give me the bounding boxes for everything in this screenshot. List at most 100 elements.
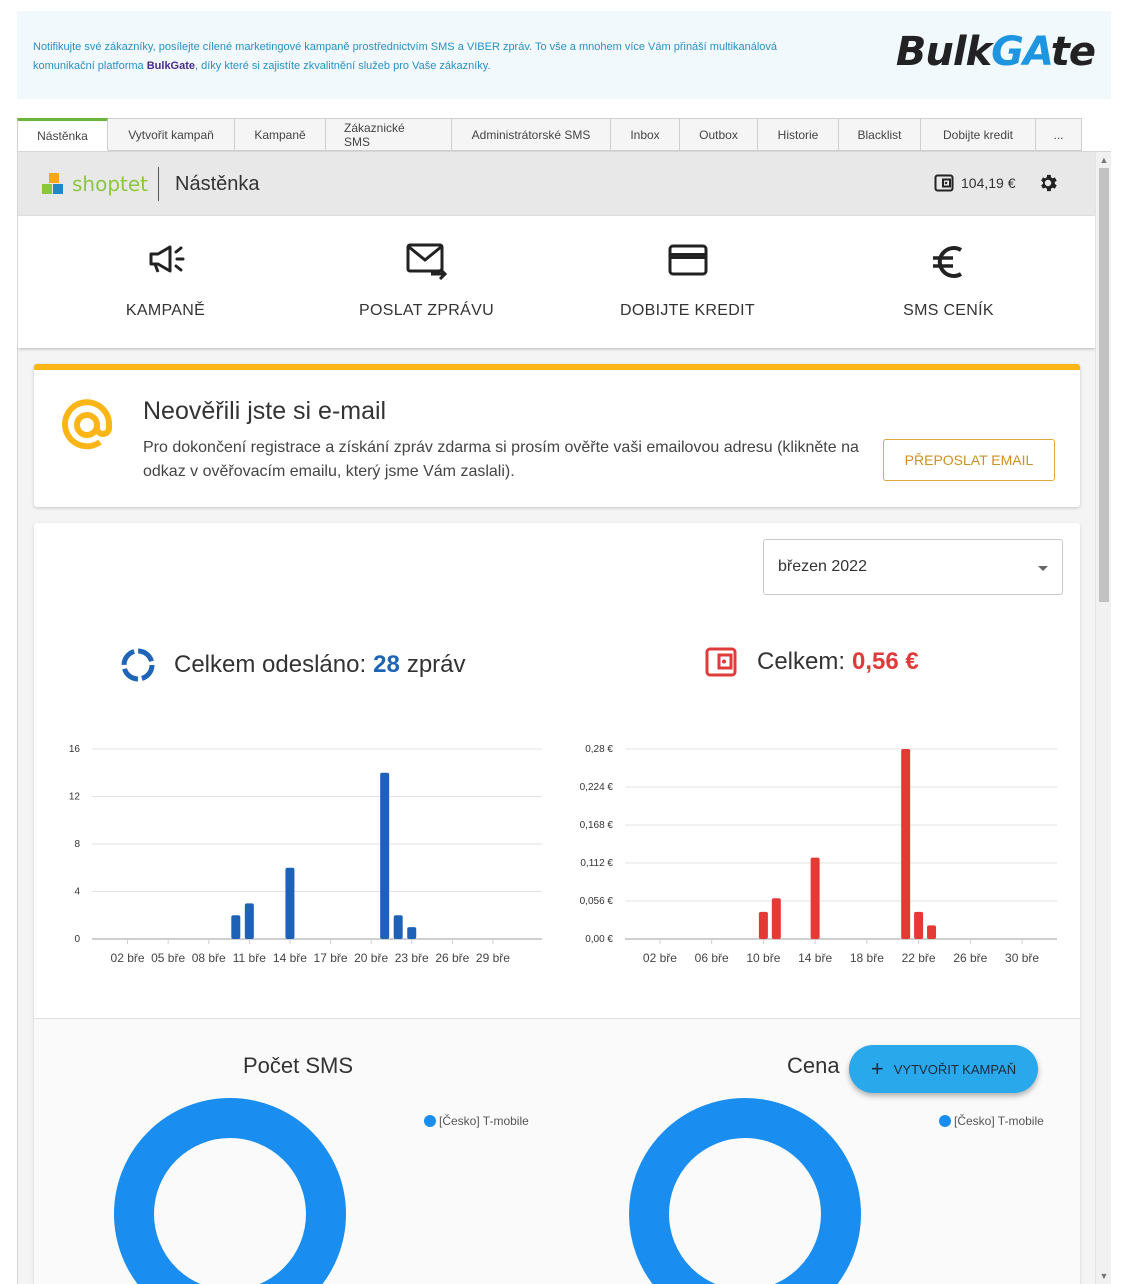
legend-label: [Česko] T-mobile xyxy=(954,1114,1044,1128)
credit-value: 104,19 € xyxy=(961,175,1016,191)
pie-cost-legend[interactable]: [Česko] T-mobile xyxy=(939,1114,1044,1128)
x-tick-label: 30 bře xyxy=(1005,951,1039,965)
bulkgate-logo[interactable]: BulkGAte xyxy=(896,29,1096,75)
chart-bar[interactable] xyxy=(771,898,781,939)
x-tick-label: 23 bře xyxy=(395,951,429,965)
chart-bar[interactable] xyxy=(927,925,937,939)
wallet-icon xyxy=(705,647,737,677)
tab-vytvorit-kampan[interactable]: Vytvořit kampaň xyxy=(108,118,235,151)
resend-email-button[interactable]: PŘEPOSLAT EMAIL xyxy=(883,439,1055,481)
shoptet-logo: shoptet xyxy=(42,172,148,196)
email-notice-title: Neověřili jste si e-mail xyxy=(143,397,387,425)
total-sent-unit: zpráv xyxy=(406,651,466,678)
chart-bar[interactable] xyxy=(380,772,390,939)
x-tick-label: 02 bře xyxy=(111,951,145,965)
chart-bar[interactable] xyxy=(231,915,241,939)
statistics-card: březen 2022 Celkem odesláno: 28 zpráv Ce… xyxy=(34,523,1080,1284)
chart-bar[interactable] xyxy=(810,857,820,939)
y-tick-label: 4 xyxy=(74,887,80,898)
megaphone-icon xyxy=(149,245,184,273)
x-tick-label: 20 bře xyxy=(354,951,388,965)
y-tick-label: 0,056 € xyxy=(580,896,614,907)
chart-bar[interactable] xyxy=(914,911,924,939)
app-frame: shoptet Nástěnka 104,19 € KAMPANĚ POSLAT… xyxy=(17,151,1111,1284)
promo-banner: Notifikujte své zákazníky, posílejte cíl… xyxy=(17,11,1111,99)
tab-more[interactable]: ... xyxy=(1036,118,1082,151)
pie-sms-ring xyxy=(114,1098,346,1284)
sms-count-chart: 0 4 8 12 16 02 bře 05 bře 08 bře 11 bře 14 bře 17 … xyxy=(69,744,542,965)
tab-inbox[interactable]: Inbox xyxy=(611,118,680,151)
page-title: Nástěnka xyxy=(175,173,260,195)
header-divider xyxy=(158,167,159,201)
email-notice-body: Pro dokončení registrace a získání zpráv… xyxy=(143,439,859,480)
send-mail-icon xyxy=(406,243,447,280)
plus-icon: + xyxy=(870,1056,884,1081)
credit-balance[interactable]: 104,19 € xyxy=(934,174,1016,192)
quick-action-dobijte-kredit[interactable]: DOBIJTE KREDIT xyxy=(557,216,818,348)
tab-nastenka[interactable]: Nástěnka xyxy=(17,118,108,151)
y-tick-label: 0,00 € xyxy=(585,934,613,945)
app-header: shoptet Nástěnka 104,19 € xyxy=(18,152,1095,216)
x-tick-label: 08 bře xyxy=(192,951,226,965)
tab-zakaznicke-sms[interactable]: Zákaznické SMS xyxy=(326,118,452,151)
scroll-down-arrow-icon[interactable]: ▼ xyxy=(1096,1268,1111,1284)
quick-action-label: POSLAT ZPRÁVU xyxy=(359,302,494,319)
main-tabs: Nástěnka Vytvořit kampaň Kampaně Zákazni… xyxy=(17,118,1082,151)
x-tick-label: 26 bře xyxy=(435,951,469,965)
x-tick-label: 10 bře xyxy=(746,951,780,965)
credit-card-icon xyxy=(668,244,707,276)
tab-historie[interactable]: Historie xyxy=(758,118,839,151)
scrollbar[interactable]: ▲ ▼ xyxy=(1095,152,1111,1284)
banner-brand-inline: BulkGate xyxy=(146,60,196,72)
y-tick-label: 12 xyxy=(69,792,81,803)
create-campaign-button[interactable]: + VYTVOŘIT KAMPAŇ xyxy=(849,1045,1038,1093)
shoptet-mark-icon xyxy=(42,173,66,195)
chart-bar[interactable] xyxy=(393,915,403,939)
total-sent-value: 28 xyxy=(373,651,400,678)
pie-sms xyxy=(114,1098,346,1284)
tab-blacklist[interactable]: Blacklist xyxy=(839,118,921,151)
tab-dobijte-kredit[interactable]: Dobijte kredit xyxy=(921,118,1036,151)
total-cost-label: Celkem: xyxy=(757,648,846,675)
settings-gear-icon[interactable] xyxy=(1037,172,1059,194)
y-tick-label: 16 xyxy=(69,744,81,755)
quick-action-label: DOBIJTE KREDIT xyxy=(620,302,755,319)
total-cost: Celkem: 0,56 € xyxy=(705,647,919,677)
create-campaign-label: VYTVOŘIT KAMPAŇ xyxy=(893,1061,1017,1077)
y-tick-label: 0,28 € xyxy=(585,744,613,755)
x-tick-label: 05 bře xyxy=(151,951,185,965)
legend-dot xyxy=(939,1115,951,1127)
tab-outbox[interactable]: Outbox xyxy=(680,118,758,151)
pie-cost xyxy=(629,1098,861,1284)
legend-label: [Česko] T-mobile xyxy=(439,1114,529,1128)
quick-action-sms-cenik[interactable]: SMS CENÍK xyxy=(818,216,1079,348)
tab-administratorske-sms[interactable]: Administrátorské SMS xyxy=(452,118,611,151)
y-tick-label: 0 xyxy=(74,934,80,945)
chart-bar[interactable] xyxy=(244,903,254,939)
chart-bar[interactable] xyxy=(285,867,295,939)
y-tick-label: 8 xyxy=(74,839,80,850)
quick-action-kampane[interactable]: KAMPANĚ xyxy=(35,216,296,348)
tab-kampane[interactable]: Kampaně xyxy=(235,118,326,151)
logo-part-b: GA xyxy=(991,29,1052,75)
pie-sms-legend[interactable]: [Česko] T-mobile xyxy=(424,1114,529,1128)
scroll-up-arrow-icon[interactable]: ▲ xyxy=(1096,152,1111,168)
quick-actions: KAMPANĚ POSLAT ZPRÁVU DOBIJTE KREDIT SMS… xyxy=(18,216,1095,348)
cost-chart: 0,00 € 0,056 € 0,112 € 0,168 € 0,224 € 0,28 €… xyxy=(580,744,1057,965)
banner-text-part2: , díky které si zajistíte zkvalitnění sl… xyxy=(195,60,491,72)
chart-bar[interactable] xyxy=(901,749,911,939)
dropdown-caret-icon xyxy=(1038,566,1048,571)
x-tick-label: 02 bře xyxy=(643,951,677,965)
x-tick-label: 06 bře xyxy=(695,951,729,965)
quick-action-label: KAMPANĚ xyxy=(125,302,206,319)
quick-action-poslat-zpravu[interactable]: POSLAT ZPRÁVU xyxy=(296,216,557,348)
quick-action-label: SMS CENÍK xyxy=(903,302,994,319)
month-select[interactable]: březen 2022 xyxy=(763,539,1063,595)
chart-bar[interactable] xyxy=(407,927,417,939)
pie-sms-title: Počet SMS xyxy=(243,1053,354,1078)
x-tick-label: 18 bře xyxy=(850,951,884,965)
euro-icon xyxy=(932,246,962,278)
x-tick-label: 14 bře xyxy=(273,951,307,965)
scroll-thumb[interactable] xyxy=(1099,168,1109,602)
chart-bar[interactable] xyxy=(758,911,768,939)
